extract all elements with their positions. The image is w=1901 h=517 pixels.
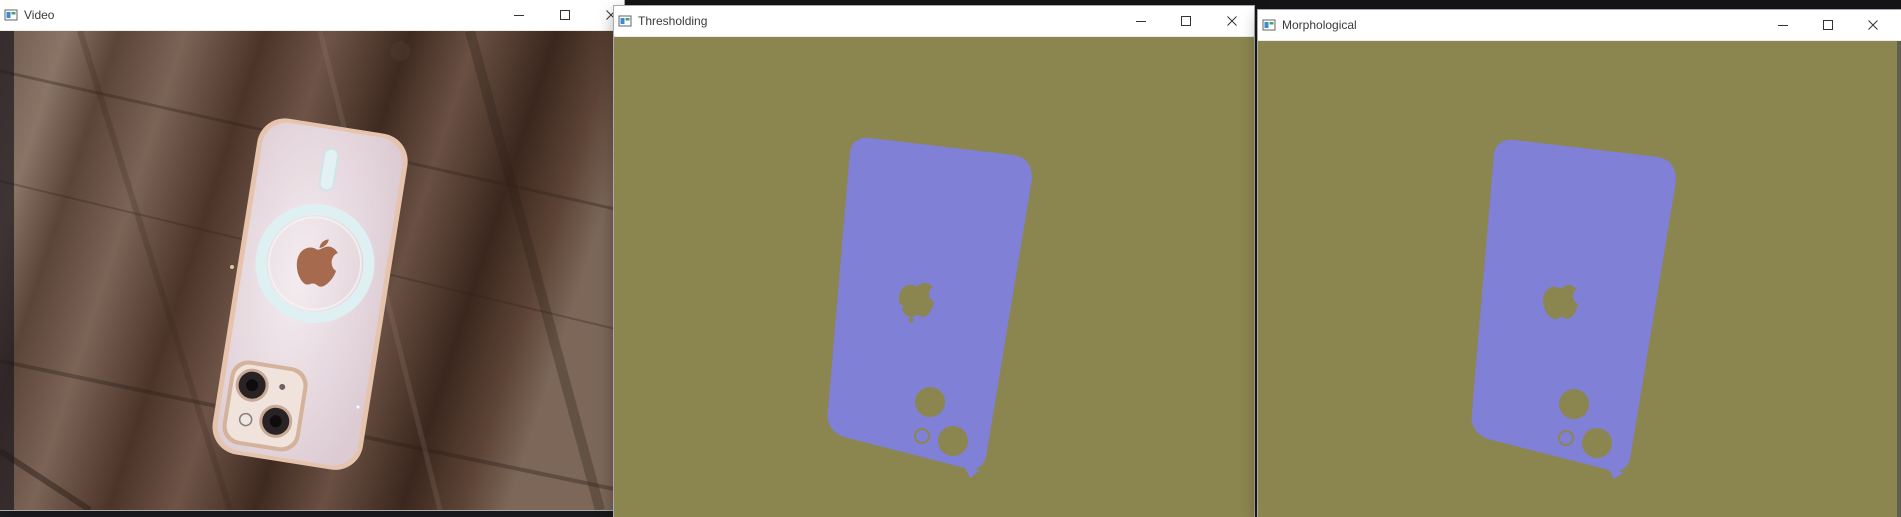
minimize-button[interactable]: [1760, 10, 1806, 40]
window-title: Thresholding: [638, 14, 708, 28]
video-titlebar[interactable]: Video: [0, 0, 624, 31]
minimize-icon: [514, 15, 524, 16]
close-icon: [1868, 20, 1878, 30]
maximize-icon: [1181, 16, 1191, 26]
close-icon: [1227, 16, 1237, 26]
window-title: Video: [24, 8, 55, 22]
video-frame: [0, 31, 624, 510]
window-title: Morphological: [1282, 18, 1357, 32]
opencv-window-icon: [1262, 18, 1276, 32]
maximize-button[interactable]: [542, 0, 588, 30]
camera-frame-image: [0, 31, 624, 510]
maximize-icon: [560, 10, 570, 20]
thresholding-titlebar[interactable]: Thresholding: [614, 6, 1254, 37]
opencv-window-icon: [4, 8, 18, 22]
threshold-mask-canvas: [614, 37, 1254, 517]
minimize-button[interactable]: [496, 0, 542, 30]
video-window[interactable]: Video: [0, 0, 624, 510]
maximize-button[interactable]: [1163, 6, 1209, 36]
morphological-mask-image: [1258, 41, 1898, 517]
close-button[interactable]: [1850, 10, 1896, 40]
minimize-icon: [1778, 25, 1788, 26]
opencv-window-icon: [618, 14, 632, 28]
minimize-button[interactable]: [1118, 6, 1164, 36]
close-button[interactable]: [1209, 6, 1254, 36]
minimize-icon: [1136, 21, 1146, 22]
morphological-mask-canvas: [1258, 41, 1901, 517]
maximize-button[interactable]: [1805, 10, 1851, 40]
maximize-icon: [1823, 20, 1833, 30]
threshold-mask-image: [614, 37, 1254, 517]
morphological-titlebar[interactable]: Morphological: [1258, 10, 1901, 41]
morphological-window[interactable]: Morphological: [1258, 10, 1901, 517]
thresholding-window[interactable]: Thresholding: [614, 6, 1254, 517]
